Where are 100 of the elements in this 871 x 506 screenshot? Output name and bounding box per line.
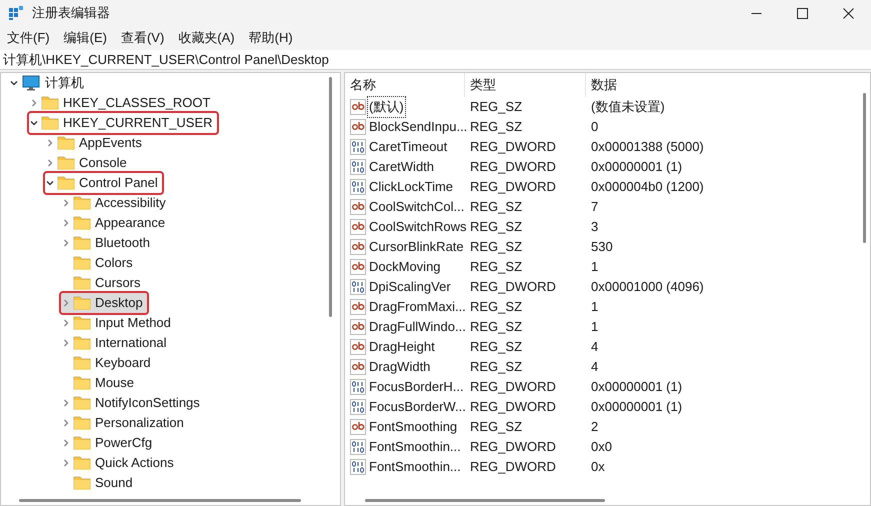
value-type: REG_DWORD [469, 378, 557, 396]
value-name[interactable]: FontSmoothin... [368, 457, 462, 477]
value-name[interactable]: FontSmoothing [368, 417, 458, 437]
column-header[interactable]: 数据 [586, 73, 786, 97]
folder-icon [73, 336, 91, 350]
tree-item[interactable]: Cursors [61, 273, 145, 293]
folder-icon [57, 156, 75, 170]
tree-item[interactable]: Mouse [61, 373, 138, 393]
value-name[interactable]: CoolSwitchCol... [368, 197, 466, 217]
value-data: 0x00000001 (1) [590, 378, 684, 396]
value-type: REG_SZ [469, 198, 524, 216]
tree-item[interactable]: Appearance [61, 213, 170, 233]
vertical-scrollbar-thumb[interactable] [863, 93, 866, 243]
value-data: 0x [590, 458, 606, 476]
value-name[interactable]: ClickLockTime [368, 177, 454, 197]
menu-item[interactable]: 编辑(E) [58, 28, 112, 48]
tree-item[interactable]: Input Method [61, 313, 175, 333]
tree-item[interactable]: Personalization [61, 413, 188, 433]
column-header[interactable]: 名称 [345, 73, 465, 97]
value-name[interactable]: BlockSendInpu... [368, 117, 468, 137]
tree-item[interactable]: Quick Actions [61, 453, 178, 473]
value-name[interactable]: DragFullWindo... [368, 317, 467, 337]
value-data: 0x00001388 (5000) [590, 138, 705, 156]
value-data: 530 [590, 238, 614, 256]
value-name[interactable]: DragFromMaxi... [368, 297, 467, 317]
tree-item[interactable]: Sound [61, 473, 137, 493]
tree-item[interactable]: HKEY_CLASSES_ROOT [29, 93, 214, 113]
chevron-down-icon[interactable] [29, 118, 39, 128]
tree-item[interactable]: International [61, 333, 171, 353]
value-name[interactable]: CaretWidth [368, 157, 436, 177]
folder-icon [73, 376, 91, 390]
binary-icon [350, 159, 366, 175]
value-type: REG_SZ [469, 338, 524, 356]
folder-icon [73, 356, 91, 370]
chevron-down-icon[interactable] [45, 178, 55, 188]
folder-icon [73, 416, 91, 430]
tree-item[interactable]: PowerCfg [61, 433, 156, 453]
value-type: REG_DWORD [469, 278, 557, 296]
value-data: 1 [590, 258, 600, 276]
address-bar[interactable]: 计算机\HKEY_CURRENT_USER\Control Panel\Desktop [0, 50, 871, 70]
vertical-scrollbar-thumb[interactable] [329, 77, 332, 317]
binary-icon [350, 399, 366, 415]
menu-item[interactable]: 收藏夹(A) [173, 28, 240, 48]
value-name[interactable]: CoolSwitchRows [368, 217, 468, 237]
value-name[interactable]: CaretTimeout [368, 137, 448, 157]
chevron-down-icon[interactable] [9, 78, 19, 88]
value-type: REG_SZ [469, 358, 524, 376]
tree-item[interactable]: NotifyIconSettings [61, 393, 204, 413]
registry-app-icon [8, 5, 24, 21]
column-header[interactable]: 类型 [465, 73, 586, 97]
computer-icon [22, 75, 40, 91]
value-data: 7 [590, 198, 600, 216]
ab-icon [350, 259, 366, 275]
value-type: REG_SZ [469, 118, 524, 136]
value-data: 1 [590, 298, 600, 316]
tree-item[interactable]: HKEY_CURRENT_USER [29, 113, 217, 133]
value-type: REG_DWORD [469, 398, 557, 416]
folder-icon [73, 216, 91, 230]
tree-item[interactable]: Console [45, 153, 131, 173]
value-data: 0 [590, 118, 600, 136]
value-data: 0x00001000 (4096) [590, 278, 705, 296]
binary-icon [350, 179, 366, 195]
value-type: REG_SZ [469, 418, 524, 436]
value-type: REG_SZ [469, 218, 524, 236]
horizontal-scrollbar-thumb[interactable] [365, 498, 605, 502]
chevron-right-icon[interactable] [29, 98, 39, 108]
value-name[interactable]: DockMoving [368, 257, 442, 277]
maximize-icon [796, 8, 808, 18]
value-name[interactable]: CursorBlinkRate [368, 237, 465, 257]
tree-item[interactable]: AppEvents [45, 133, 146, 153]
menu-item[interactable]: 查看(V) [116, 28, 170, 48]
close-icon [842, 8, 854, 18]
horizontal-scrollbar-thumb[interactable] [19, 498, 301, 502]
ab-icon [350, 119, 366, 135]
ab-icon [350, 419, 366, 435]
tree-item[interactable]: Accessibility [61, 193, 170, 213]
value-name[interactable]: DpiScalingVer [368, 277, 452, 297]
value-name[interactable]: (默认) [368, 97, 405, 117]
value-name[interactable]: FocusBorderW... [368, 397, 467, 417]
menu-item[interactable]: 帮助(H) [244, 28, 298, 48]
tree-item[interactable]: Desktop [61, 293, 147, 313]
value-data: (数值未设置) [590, 98, 666, 116]
value-name[interactable]: FocusBorderH... [368, 377, 465, 397]
value-name[interactable]: DragWidth [368, 357, 432, 377]
tree-item[interactable]: Keyboard [61, 353, 155, 373]
menu-item[interactable]: 文件(F) [2, 28, 55, 48]
ab-icon [350, 299, 366, 315]
tree-item[interactable]: Control Panel [45, 173, 162, 193]
ab-icon [350, 319, 366, 335]
tree-item[interactable]: Colors [61, 253, 137, 273]
window-title: 注册表编辑器 [32, 4, 110, 22]
value-name[interactable]: DragHeight [368, 337, 436, 357]
binary-icon [350, 459, 366, 475]
tree-item[interactable]: 计算机 [9, 73, 84, 93]
value-data: 0x000004b0 (1200) [590, 178, 705, 196]
tree-item[interactable]: Bluetooth [61, 233, 154, 253]
value-name[interactable]: FontSmoothin... [368, 437, 462, 457]
value-type: REG_DWORD [469, 178, 557, 196]
folder-icon [73, 476, 91, 490]
value-data: 2 [590, 418, 600, 436]
